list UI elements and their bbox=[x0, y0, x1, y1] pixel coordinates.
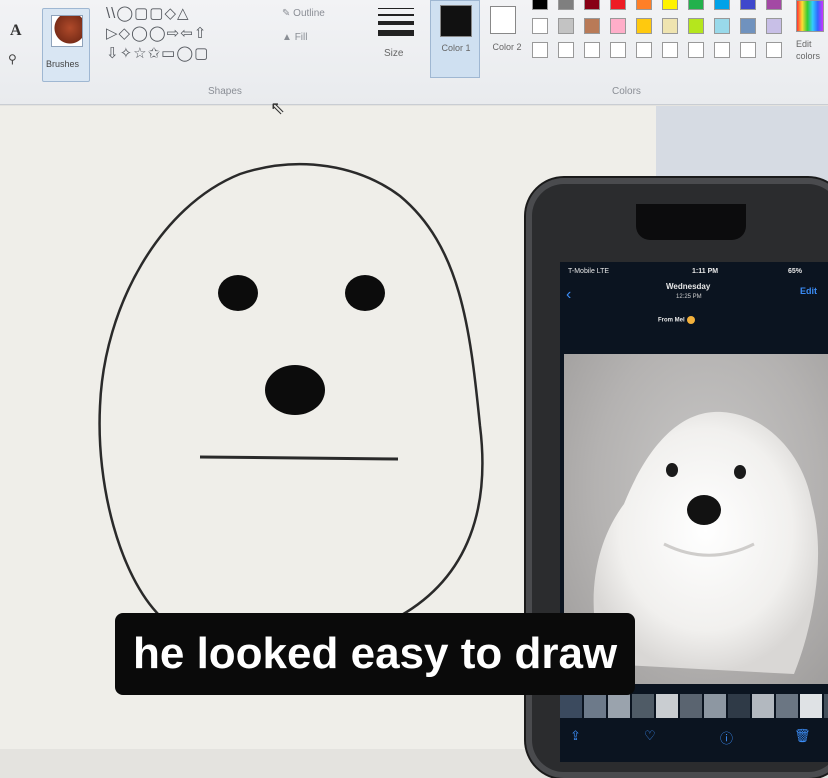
palette-swatch[interactable] bbox=[714, 42, 730, 58]
shapes-gallery[interactable]: \\◯▢▢◇△ ▷◇◯◯⇨⇦⇧ ⇩✧☆✩▭◯▢ bbox=[106, 4, 276, 64]
outline-dropdown[interactable]: ✎ Outline bbox=[282, 8, 325, 19]
palette-swatch[interactable] bbox=[662, 42, 678, 58]
shapes-row[interactable]: \\◯▢▢◇△ bbox=[106, 4, 276, 24]
color2-button[interactable]: Color 2 bbox=[482, 0, 526, 78]
fill-icon: ▲ bbox=[282, 32, 295, 43]
mouse-cursor-icon: ⇖ bbox=[270, 98, 286, 118]
palette-swatch[interactable] bbox=[558, 18, 574, 34]
thumbnail[interactable] bbox=[824, 694, 828, 718]
thumbnail[interactable] bbox=[704, 694, 726, 718]
thumbnail[interactable] bbox=[680, 694, 702, 718]
dog-nose bbox=[687, 495, 721, 525]
thumbnail[interactable] bbox=[800, 694, 822, 718]
thumbnail[interactable] bbox=[656, 694, 678, 718]
palette-swatch[interactable] bbox=[766, 0, 782, 10]
outline-label: Outline bbox=[293, 8, 325, 19]
message-day: Wednesday bbox=[666, 282, 711, 291]
fill-label: Fill bbox=[294, 32, 308, 43]
palette-swatch[interactable] bbox=[584, 42, 600, 58]
palette-swatch[interactable] bbox=[636, 18, 652, 34]
thumbnail[interactable] bbox=[560, 694, 582, 718]
brush-icon bbox=[51, 15, 83, 47]
nose bbox=[265, 365, 325, 415]
outline-icon: ✎ bbox=[282, 8, 294, 19]
thumbnail[interactable] bbox=[752, 694, 774, 718]
palette-swatch[interactable] bbox=[584, 18, 600, 34]
thumbnail[interactable] bbox=[776, 694, 798, 718]
thumbnail[interactable] bbox=[584, 694, 606, 718]
palette-swatch[interactable] bbox=[558, 0, 574, 10]
battery-label: 65% bbox=[788, 268, 803, 275]
dog-right-eye bbox=[734, 465, 746, 479]
color2-label: Color 2 bbox=[492, 42, 522, 52]
photo-thumbnail-strip[interactable] bbox=[560, 694, 828, 718]
palette-swatch[interactable] bbox=[688, 42, 704, 58]
thumbnail[interactable] bbox=[608, 694, 630, 718]
palette-swatch[interactable] bbox=[740, 0, 756, 10]
trash-icon[interactable]: 🗑 bbox=[794, 728, 811, 744]
palette-swatch[interactable] bbox=[584, 0, 600, 10]
palette-swatch[interactable] bbox=[662, 18, 678, 34]
color1-label: Color 1 bbox=[441, 43, 471, 53]
edit-colors-label: Edit colors bbox=[796, 39, 821, 61]
heart-icon[interactable]: ♡ bbox=[644, 728, 656, 744]
message-time: 12:25 PM bbox=[676, 294, 702, 300]
palette-swatch[interactable] bbox=[714, 0, 730, 10]
info-icon[interactable]: ⓘ bbox=[720, 728, 733, 747]
palette-swatch[interactable] bbox=[532, 0, 548, 10]
magnifier-icon[interactable]: ⚲ bbox=[8, 52, 17, 66]
mouth-line bbox=[199, 455, 399, 461]
shapes-row[interactable]: ⇩✧☆✩▭◯▢ bbox=[106, 44, 276, 64]
palette-swatch[interactable] bbox=[714, 18, 730, 34]
palette-swatch[interactable] bbox=[610, 18, 626, 34]
color-wheel-icon bbox=[796, 0, 824, 32]
photo-toolbar: ⇪ ♡ ⓘ 🗑 bbox=[560, 724, 828, 762]
paint-ribbon: A ⚲ Brushes \\◯▢▢◇△ ▷◇◯◯⇨⇦⇧ ⇩✧☆✩▭◯▢ ✎ Ou… bbox=[0, 0, 828, 105]
share-icon[interactable]: ⇪ bbox=[570, 728, 581, 744]
color1-swatch bbox=[440, 5, 472, 37]
colors-group-label: Colors bbox=[612, 86, 641, 97]
palette-swatch[interactable] bbox=[610, 0, 626, 10]
color2-swatch bbox=[490, 6, 516, 34]
thumbnail[interactable] bbox=[728, 694, 750, 718]
right-eye bbox=[345, 275, 385, 311]
shapes-group-label: Shapes bbox=[208, 86, 242, 97]
status-time: 1:11 PM bbox=[692, 268, 719, 275]
size-label[interactable]: Size bbox=[384, 48, 403, 59]
palette-swatch[interactable] bbox=[532, 18, 548, 34]
palette-swatch[interactable] bbox=[636, 0, 652, 10]
text-tool-icon[interactable]: A bbox=[10, 22, 22, 40]
fill-dropdown[interactable]: ▲ Fill bbox=[282, 32, 307, 43]
palette-swatch[interactable] bbox=[688, 0, 704, 10]
palette-swatch[interactable] bbox=[532, 42, 548, 58]
emoji-icon bbox=[686, 316, 695, 324]
from-label: From Mel bbox=[658, 316, 695, 324]
size-icon[interactable] bbox=[378, 8, 414, 41]
palette-swatch[interactable] bbox=[740, 18, 756, 34]
palette-swatch[interactable] bbox=[688, 18, 704, 34]
palette-swatch[interactable] bbox=[636, 42, 652, 58]
palette-swatch[interactable] bbox=[558, 42, 574, 58]
palette-swatch[interactable] bbox=[610, 42, 626, 58]
edit-button[interactable]: Edit bbox=[800, 286, 817, 296]
palette-swatch[interactable] bbox=[766, 42, 782, 58]
shapes-row[interactable]: ▷◇◯◯⇨⇦⇧ bbox=[106, 24, 276, 44]
from-text: From Mel bbox=[658, 317, 685, 324]
back-chevron-icon[interactable]: ‹ bbox=[566, 286, 571, 304]
carrier-label: T-Mobile LTE bbox=[568, 268, 610, 275]
brushes-label: Brushes bbox=[46, 59, 80, 69]
left-eye bbox=[218, 275, 258, 311]
edit-colors-button[interactable]: Edit colors bbox=[796, 0, 828, 80]
meme-caption: he looked easy to draw bbox=[115, 613, 636, 695]
palette-swatch[interactable] bbox=[740, 42, 756, 58]
palette-swatch[interactable] bbox=[662, 0, 678, 10]
dog-left-eye bbox=[666, 463, 678, 477]
brushes-button[interactable]: Brushes bbox=[42, 8, 90, 82]
color1-button[interactable]: Color 1 bbox=[430, 0, 480, 78]
thumbnail[interactable] bbox=[632, 694, 654, 718]
phone-notch bbox=[636, 204, 746, 240]
palette-swatch[interactable] bbox=[766, 18, 782, 34]
